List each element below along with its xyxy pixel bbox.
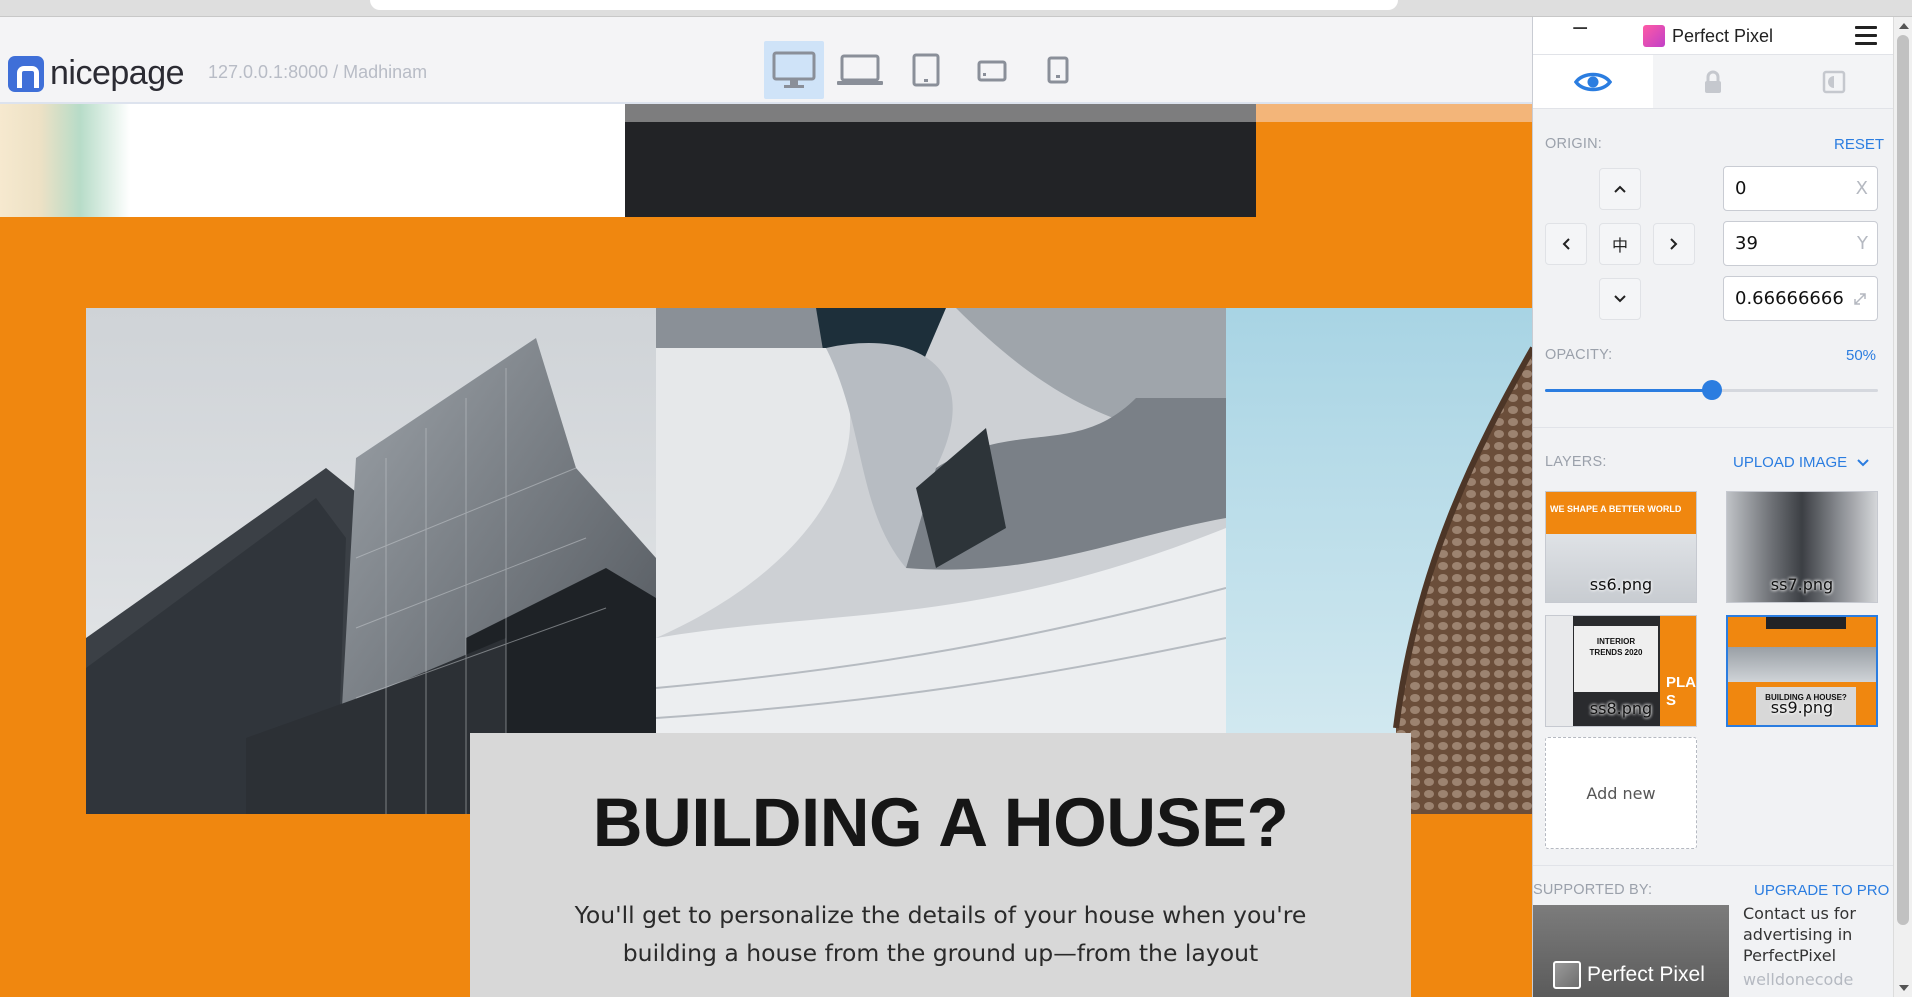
upload-image-label: UPLOAD IMAGE bbox=[1733, 454, 1848, 471]
center-origin-button[interactable]: 中 bbox=[1599, 223, 1641, 265]
origin-label: ORIGIN: bbox=[1545, 136, 1602, 152]
perfect-pixel-ad-logo-icon bbox=[1553, 961, 1581, 989]
layer-name: ss7.png bbox=[1770, 575, 1834, 594]
move-right-button[interactable] bbox=[1653, 223, 1695, 265]
upload-image-button[interactable]: UPLOAD IMAGE bbox=[1733, 454, 1870, 471]
scale-value: 0.66666666 bbox=[1735, 288, 1844, 309]
building-photo-curved-facade bbox=[656, 308, 1226, 734]
layer-name: ss9.png bbox=[1770, 698, 1834, 717]
opacity-slider[interactable] bbox=[1545, 380, 1878, 400]
layer-name: ss6.png bbox=[1589, 575, 1653, 594]
opacity-value: 50% bbox=[1846, 347, 1877, 364]
upgrade-to-pro-link[interactable]: UPGRADE TO PRO bbox=[1754, 882, 1889, 899]
resize-icon bbox=[1854, 293, 1866, 305]
logo-text: nicepage bbox=[50, 54, 185, 92]
reset-button[interactable]: RESET bbox=[1834, 136, 1884, 153]
device-laptop-button[interactable] bbox=[830, 41, 890, 99]
chevron-right-icon bbox=[1670, 238, 1678, 250]
lock-icon bbox=[1705, 70, 1722, 93]
scrollbar-thumb[interactable] bbox=[1897, 35, 1909, 925]
origin-x-field[interactable]: 0 X bbox=[1723, 166, 1878, 211]
hero-title: BUILDING A HOUSE? bbox=[592, 784, 1289, 861]
previous-section-tan-strip bbox=[1256, 104, 1533, 122]
faded-address-text: 127.0.0.1:8000 / Madhinam bbox=[208, 62, 428, 82]
scale-field[interactable]: 0.66666666 bbox=[1723, 276, 1878, 321]
pp-minimize-button[interactable]: − bbox=[1571, 17, 1589, 47]
nicepage-logo[interactable]: nicepage bbox=[8, 54, 185, 93]
tab-visibility[interactable] bbox=[1533, 55, 1654, 108]
phone-portrait-icon bbox=[1047, 56, 1069, 84]
move-down-button[interactable] bbox=[1599, 278, 1641, 320]
desktop-icon bbox=[772, 51, 816, 88]
layer-thumb-ss9[interactable]: BUILDING A HOUSE? ss9.png bbox=[1726, 615, 1878, 727]
phone-landscape-icon bbox=[977, 60, 1007, 82]
nicepage-logo-icon bbox=[8, 55, 44, 92]
device-preview-bar bbox=[764, 41, 1088, 99]
hamburger-menu-icon[interactable] bbox=[1855, 26, 1877, 46]
chevron-left-icon bbox=[1562, 238, 1570, 250]
scroll-down-arrow-icon[interactable] bbox=[1899, 985, 1909, 991]
pp-tabs bbox=[1533, 55, 1894, 109]
layer-thumb-ss9-dark-bar bbox=[1766, 617, 1846, 629]
laptop-icon bbox=[837, 54, 883, 85]
device-phone-landscape-button[interactable] bbox=[962, 41, 1022, 99]
hero-text-card: BUILDING A HOUSE? You'll get to personal… bbox=[470, 733, 1411, 997]
origin-y-value: 39 bbox=[1735, 233, 1758, 254]
ad-logo: Perfect Pixel bbox=[1553, 961, 1705, 989]
origin-x-value: 0 bbox=[1735, 178, 1747, 199]
pp-titlebar: − Perfect Pixel bbox=[1533, 17, 1894, 55]
hero-section: BUILDING A HOUSE? You'll get to personal… bbox=[0, 104, 1533, 997]
pp-brand-name: Perfect Pixel bbox=[1672, 25, 1774, 46]
previous-section-photo bbox=[0, 104, 625, 217]
previous-section-dark-block bbox=[625, 104, 1256, 217]
page-header: nicepage 127.0.0.1:8000 / Madhinam bbox=[0, 17, 1533, 104]
chevron-down-icon bbox=[1614, 295, 1626, 303]
layers-label: LAYERS: bbox=[1545, 454, 1607, 470]
ad-logo-text: Perfect Pixel bbox=[1587, 963, 1705, 986]
layer-thumb-ss7[interactable]: ss7.png bbox=[1726, 491, 1878, 603]
supported-by-label: SUPPORTED BY: bbox=[1533, 882, 1653, 898]
chevron-up-icon bbox=[1614, 185, 1626, 193]
hero-body-text: You'll get to personalize the details of… bbox=[574, 901, 1307, 967]
layer-thumb-ss6-caption: WE SHAPE A BETTER WORLD bbox=[1550, 504, 1682, 514]
move-left-button[interactable] bbox=[1545, 223, 1587, 265]
origin-y-field[interactable]: 39 Y bbox=[1723, 221, 1878, 266]
device-phone-portrait-button[interactable] bbox=[1028, 41, 1088, 99]
tab-invert[interactable] bbox=[1774, 55, 1894, 108]
eye-icon bbox=[1574, 72, 1613, 91]
opacity-label: OPACITY: bbox=[1545, 347, 1613, 363]
pp-brand: Perfect Pixel bbox=[1643, 25, 1773, 47]
origin-y-suffix: Y bbox=[1857, 233, 1868, 254]
layer-thumb-ss8-caption: INTERIOR TRENDS 2020 bbox=[1589, 637, 1643, 657]
invert-icon bbox=[1822, 70, 1846, 93]
layer-name: ss8.png bbox=[1589, 699, 1653, 718]
perfect-pixel-logo-icon bbox=[1643, 25, 1665, 47]
ad-domain[interactable]: welldonecode bbox=[1743, 970, 1853, 989]
device-desktop-button[interactable] bbox=[764, 41, 824, 99]
address-bar[interactable] bbox=[370, 0, 1398, 10]
layer-thumb-ss8[interactable]: INTERIOR TRENDS 2020 PLA S ss8.png bbox=[1545, 615, 1697, 727]
add-new-layer-button[interactable]: Add new bbox=[1545, 737, 1697, 849]
browser-top-strip bbox=[0, 0, 1912, 17]
origin-x-suffix: X bbox=[1855, 178, 1868, 199]
tab-lock[interactable] bbox=[1653, 55, 1773, 108]
page-scrollbar[interactable] bbox=[1893, 17, 1912, 997]
device-tablet-button[interactable] bbox=[896, 41, 956, 99]
chevron-down-icon bbox=[1857, 459, 1870, 467]
scroll-up-arrow-icon[interactable] bbox=[1899, 23, 1909, 29]
ad-image[interactable]: Perfect Pixel bbox=[1533, 905, 1729, 997]
opacity-slider-fill bbox=[1545, 389, 1712, 392]
perfect-pixel-panel: − Perfect Pixel ORIGIN: RESET 中 0 X 39 Y… bbox=[1532, 17, 1894, 997]
center-icon: 中 bbox=[1611, 236, 1628, 255]
move-up-button[interactable] bbox=[1599, 168, 1641, 210]
opacity-slider-thumb[interactable] bbox=[1701, 380, 1722, 400]
ad-text[interactable]: Contact us for advertising in PerfectPix… bbox=[1743, 903, 1883, 966]
layer-thumb-ss6[interactable]: WE SHAPE A BETTER WORLD ss6.png bbox=[1545, 491, 1697, 603]
tablet-icon bbox=[912, 53, 940, 87]
